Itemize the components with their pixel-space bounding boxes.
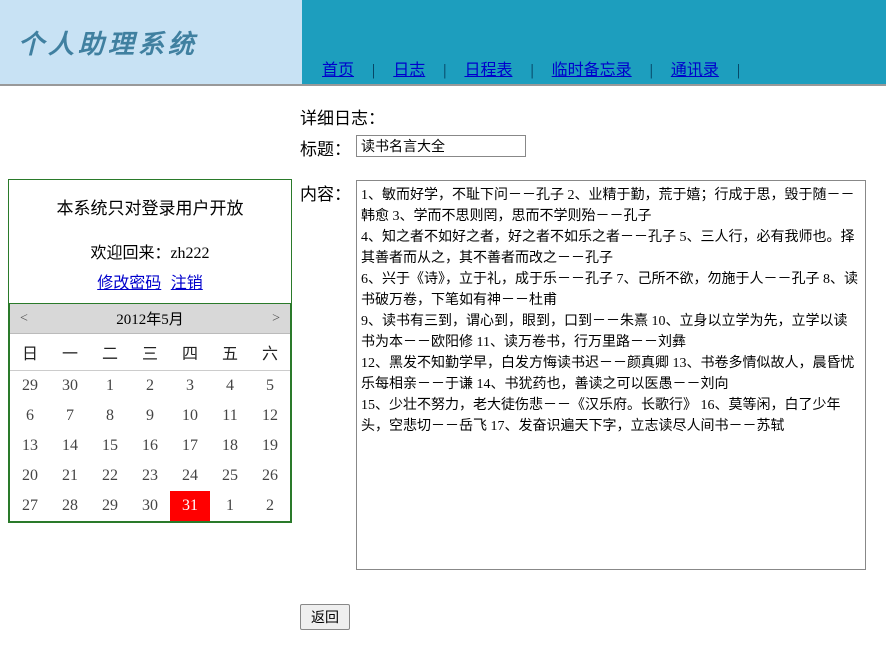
calendar-day-cell[interactable]: 28 (50, 491, 90, 521)
calendar-day-cell[interactable]: 10 (170, 401, 210, 431)
calendar-day-cell[interactable]: 8 (90, 401, 130, 431)
content-label: 内容： (300, 180, 356, 205)
calendar-day-cell[interactable]: 1 (210, 491, 250, 521)
calendar-day-cell[interactable]: 27 (10, 491, 50, 521)
nav-sep: | (526, 62, 537, 80)
calendar-day-cell[interactable]: 5 (250, 371, 290, 402)
logo-text: 个人助理系统 (18, 24, 198, 61)
calendar-day-header: 三 (130, 334, 170, 371)
calendar-day-cell[interactable]: 16 (130, 431, 170, 461)
calendar-day-cell[interactable]: 9 (130, 401, 170, 431)
username: zh222 (170, 245, 209, 262)
welcome-prefix: 欢迎回来： (90, 245, 170, 262)
nav-contacts[interactable]: 通讯录 (657, 56, 733, 80)
calendar-day-cell[interactable]: 19 (250, 431, 290, 461)
title-label: 标题： (300, 135, 356, 160)
calendar-day-cell[interactable]: 26 (250, 461, 290, 491)
calendar: < 2012年5月 > 日一二三四五六 29301234567891011121… (9, 303, 291, 522)
calendar-day-cell[interactable]: 12 (250, 401, 290, 431)
nav-sep: | (368, 62, 379, 80)
login-title: 本系统只对登录用户开放 (9, 194, 291, 219)
back-button[interactable]: 返回 (300, 604, 350, 630)
calendar-day-header: 六 (250, 334, 290, 371)
nav-bar: 首页 | 日志 | 日程表 | 临时备忘录 | 通讯录 | (302, 0, 886, 84)
calendar-day-cell[interactable]: 24 (170, 461, 210, 491)
calendar-day-cell[interactable]: 2 (250, 491, 290, 521)
nav-sep: | (646, 62, 657, 80)
calendar-day-cell[interactable]: 30 (50, 371, 90, 402)
welcome-text: 欢迎回来：zh222 (9, 239, 291, 263)
calendar-day-header: 一 (50, 334, 90, 371)
login-box: 本系统只对登录用户开放 欢迎回来：zh222 修改密码 注销 < 2012年5月… (8, 179, 292, 523)
calendar-day-header: 二 (90, 334, 130, 371)
title-input[interactable] (356, 135, 526, 157)
logout-link[interactable]: 注销 (171, 275, 203, 292)
calendar-day-cell[interactable]: 18 (210, 431, 250, 461)
calendar-day-cell[interactable]: 29 (90, 491, 130, 521)
change-password-link[interactable]: 修改密码 (97, 275, 161, 292)
detail-heading: 详细日志： (300, 104, 866, 129)
next-month-button[interactable]: > (268, 311, 284, 327)
calendar-day-cell[interactable]: 22 (90, 461, 130, 491)
calendar-day-cell[interactable]: 14 (50, 431, 90, 461)
calendar-day-cell[interactable]: 11 (210, 401, 250, 431)
nav-diary[interactable]: 日志 (379, 56, 439, 80)
calendar-day-cell[interactable]: 21 (50, 461, 90, 491)
calendar-day-cell[interactable]: 30 (130, 491, 170, 521)
content-textarea[interactable] (356, 180, 866, 570)
calendar-day-cell[interactable]: 31 (170, 491, 210, 521)
calendar-day-cell[interactable]: 17 (170, 431, 210, 461)
nav-home[interactable]: 首页 (308, 56, 368, 80)
calendar-day-cell[interactable]: 1 (90, 371, 130, 402)
calendar-day-cell[interactable]: 15 (90, 431, 130, 461)
calendar-day-cell[interactable]: 6 (10, 401, 50, 431)
calendar-day-header: 四 (170, 334, 210, 371)
calendar-day-cell[interactable]: 2 (130, 371, 170, 402)
logo-area: 个人助理系统 (0, 0, 302, 84)
calendar-day-cell[interactable]: 20 (10, 461, 50, 491)
nav-sep: | (733, 62, 744, 80)
calendar-title: 2012年5月 (32, 308, 268, 329)
calendar-day-cell[interactable]: 7 (50, 401, 90, 431)
nav-memo[interactable]: 临时备忘录 (538, 56, 646, 80)
calendar-day-cell[interactable]: 13 (10, 431, 50, 461)
nav-sep: | (439, 62, 450, 80)
calendar-day-cell[interactable]: 23 (130, 461, 170, 491)
calendar-day-cell[interactable]: 4 (210, 371, 250, 402)
prev-month-button[interactable]: < (16, 311, 32, 327)
calendar-day-cell[interactable]: 29 (10, 371, 50, 402)
calendar-day-cell[interactable]: 25 (210, 461, 250, 491)
calendar-day-header: 日 (10, 334, 50, 371)
nav-schedule[interactable]: 日程表 (450, 56, 526, 80)
calendar-table: 日一二三四五六 29301234567891011121314151617181… (10, 334, 290, 521)
calendar-day-header: 五 (210, 334, 250, 371)
calendar-day-cell[interactable]: 3 (170, 371, 210, 402)
